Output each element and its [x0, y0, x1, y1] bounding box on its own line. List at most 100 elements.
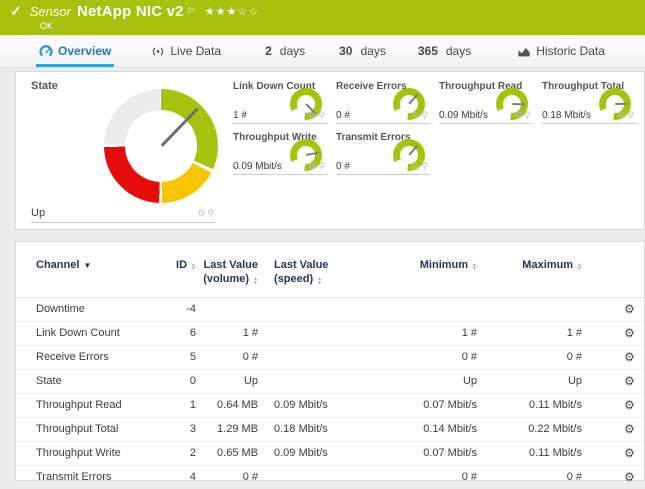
gear-icon[interactable]: ⚙ [514, 111, 524, 121]
channel-settings-icon[interactable]: ⚙ [624, 398, 635, 412]
gauge-title: Throughput Total [542, 81, 640, 92]
gauge-tile-link-down-count: Link Down Count 1 # ⚙⚲ [232, 78, 335, 129]
tab-label: days [360, 44, 385, 58]
sensor-title: NetApp NIC v2 [77, 3, 184, 20]
tab-historic-data[interactable]: Historic Data [508, 35, 614, 67]
gauge-tile-throughput-write: Throughput Write 0.09 Mbit/s ⚙⚲ [232, 129, 335, 180]
priority-stars[interactable]: ★★★☆☆ [205, 5, 259, 18]
channel-name: Receive Errors [16, 345, 161, 369]
gauge-title: Throughput Read [439, 81, 537, 92]
last-value-speed [258, 321, 369, 345]
column-header-minimum[interactable]: Minimum▲▼ [369, 250, 477, 297]
gauge-tile-throughput-read: Throughput Read 0.09 Mbit/s ⚙⚲ [438, 78, 541, 129]
last-value-volume: 0 # [196, 345, 258, 369]
sort-icon: ▲▼ [191, 263, 196, 271]
mini-gauge-grid: Link Down Count 1 # ⚙⚲ Receive Errors 0 … [232, 78, 644, 229]
column-header-maximum[interactable]: Maximum▲▼ [477, 250, 582, 297]
gear-icon[interactable]: ⚙ [411, 162, 421, 172]
last-value-volume: 1 # [196, 321, 258, 345]
last-value-speed: 0.09 Mbit/s [258, 441, 369, 465]
channel-settings-icon[interactable]: ⚙ [624, 446, 635, 460]
channel-settings-icon[interactable]: ⚙ [624, 326, 635, 340]
column-header-last-value-speed[interactable]: Last Value (speed)▲▼ [258, 250, 369, 297]
table-row: Throughput Total 3 1.29 MB 0.18 Mbit/s 0… [16, 417, 644, 441]
column-header-id[interactable]: ID▲▼ [161, 250, 196, 297]
last-value-speed: 0.18 Mbit/s [258, 417, 369, 441]
pin-icon[interactable]: ⚲ [421, 111, 430, 121]
sensor-status-badge: OK [40, 21, 635, 31]
gauge-title: Throughput Write [233, 132, 331, 143]
gauge-needle [408, 94, 418, 105]
channel-settings-icon[interactable]: ⚙ [624, 470, 635, 484]
gear-icon[interactable]: ⚙ [617, 111, 627, 121]
tab-number: 365 [418, 44, 438, 58]
tab-label: Live Data [170, 44, 221, 58]
gauge-needle [160, 108, 198, 147]
tab-overview[interactable]: Overview [30, 35, 120, 67]
last-value-volume: Up [196, 369, 258, 393]
channel-id: 3 [161, 417, 196, 441]
channel-settings-icon[interactable]: ⚙ [624, 302, 635, 316]
column-header-actions [582, 250, 644, 297]
table-header-row: Channel▼ ID▲▼ Last Value (volume)▲▼ Last… [16, 250, 644, 297]
tab-label: days [280, 44, 305, 58]
tab-2-days[interactable]: 2 days [256, 35, 314, 67]
maximum-value: Up [477, 369, 582, 393]
maximum-value [477, 297, 582, 321]
maximum-value: 1 # [477, 321, 582, 345]
gauge-needle [306, 152, 319, 156]
table-row: Downtime -4 ⚙ [16, 297, 644, 321]
column-header-last-value-volume[interactable]: Last Value (volume)▲▼ [196, 250, 258, 297]
channel-id: 1 [161, 393, 196, 417]
sensor-header: ✓ Sensor NetApp NIC v2 ⚐ ★★★☆☆ OK [0, 0, 645, 35]
table-row: Throughput Write 2 0.65 MB 0.09 Mbit/s 0… [16, 441, 644, 465]
last-value-volume: 0.64 MB [196, 393, 258, 417]
maximum-value: 0 # [477, 345, 582, 369]
chart-icon [517, 45, 531, 58]
gauge-value: 0.09 Mbit/s [439, 110, 488, 121]
tab-number: 30 [339, 44, 352, 58]
channel-name: Link Down Count [16, 321, 161, 345]
channel-id: 2 [161, 441, 196, 465]
channel-id: -4 [161, 297, 196, 321]
sort-icon: ▲▼ [253, 277, 258, 285]
sort-icon: ▲▼ [317, 277, 322, 285]
broadcast-icon [151, 45, 165, 58]
gauge-tile-receive-errors: Receive Errors 0 # ⚙⚲ [335, 78, 438, 129]
pin-icon[interactable]: ⚲ [207, 209, 216, 219]
last-value-speed [258, 297, 369, 321]
channel-settings-icon[interactable]: ⚙ [624, 422, 635, 436]
tab-30-days[interactable]: 30 days [330, 35, 395, 67]
tab-label: Overview [58, 44, 111, 58]
last-value-volume [196, 297, 258, 321]
tab-live-data[interactable]: Live Data [142, 35, 230, 67]
pin-icon[interactable]: ⚲ [318, 111, 327, 121]
gauge-value: Up [31, 207, 45, 219]
sort-icon: ▲▼ [472, 263, 477, 271]
flag-icon[interactable]: ⚐ [187, 6, 195, 17]
gear-icon[interactable]: ⚙ [308, 162, 318, 172]
tab-365-days[interactable]: 365 days [409, 35, 480, 67]
pin-icon[interactable]: ⚲ [524, 111, 533, 121]
gear-icon[interactable]: ⚙ [197, 209, 207, 219]
last-value-speed [258, 345, 369, 369]
maximum-value: 0.11 Mbit/s [477, 393, 582, 417]
pin-icon[interactable]: ⚲ [421, 162, 430, 172]
channel-table-panel: Channel▼ ID▲▼ Last Value (volume)▲▼ Last… [15, 241, 645, 481]
minimum-value: 0.07 Mbit/s [369, 441, 477, 465]
column-header-channel[interactable]: Channel▼ [16, 250, 161, 297]
pin-icon[interactable]: ⚲ [318, 162, 327, 172]
channel-id: 6 [161, 321, 196, 345]
maximum-value: 0.11 Mbit/s [477, 441, 582, 465]
table-row: Receive Errors 5 0 # 0 # 0 # ⚙ [16, 345, 644, 369]
gear-icon[interactable]: ⚙ [411, 111, 421, 121]
gauge-title: State [31, 80, 224, 92]
channel-name: Downtime [16, 297, 161, 321]
last-value-speed [258, 369, 369, 393]
channel-settings-icon[interactable]: ⚙ [624, 374, 635, 388]
channel-id: 0 [161, 369, 196, 393]
pin-icon[interactable]: ⚲ [627, 111, 636, 121]
gauge-value: 0 # [336, 110, 350, 121]
channel-settings-icon[interactable]: ⚙ [624, 350, 635, 364]
minimum-value [369, 297, 477, 321]
